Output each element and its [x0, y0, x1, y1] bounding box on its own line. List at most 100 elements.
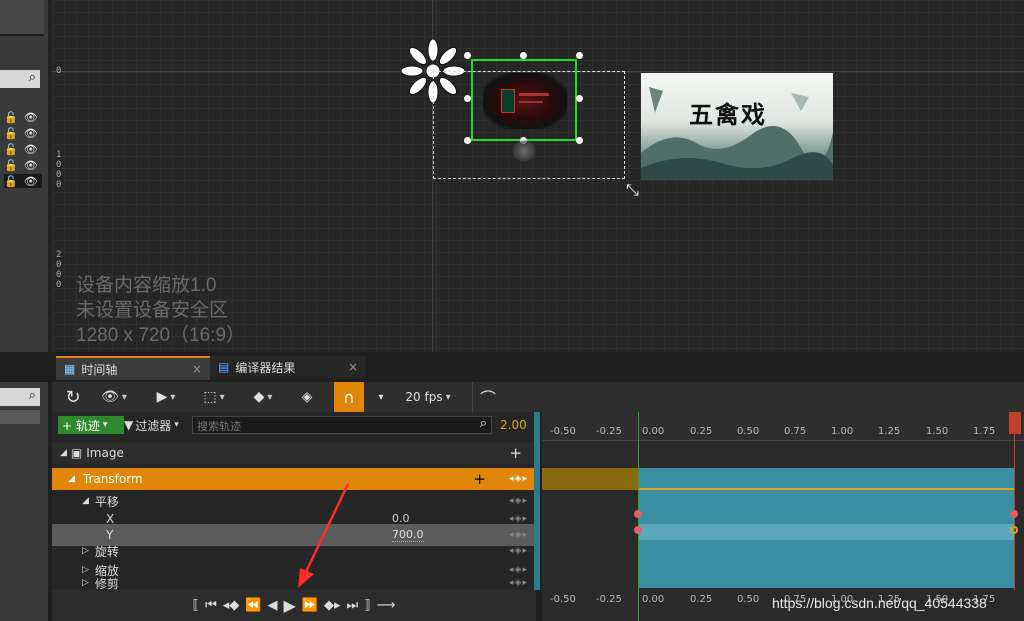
lock-icon[interactable]: 🔓: [4, 159, 18, 172]
timeline-area[interactable]: -0.50 -0.25 0.00 0.25 0.50 0.75 1.00 1.2…: [542, 412, 1024, 590]
keyframe-nav[interactable]: ◂◈▸: [509, 565, 528, 575]
hierarchy-panel: ⌕ 🔓 👁 🔓 👁 🔓 👁 🔓 👁 🔓 👁: [0, 0, 48, 352]
keyframe-nav[interactable]: ◂◈▸: [509, 474, 528, 484]
timeline-icon: ▦: [64, 362, 76, 376]
lock-icon[interactable]: 🔓: [4, 143, 18, 156]
hierarchy-search-input[interactable]: ⌕: [0, 70, 40, 88]
keyframe-nav[interactable]: ◂◈▸: [509, 514, 528, 524]
end-marker-handle[interactable]: [1009, 412, 1021, 434]
keyframe-nav[interactable]: ◂◈▸: [509, 546, 528, 556]
eye-icon[interactable]: 👁: [24, 175, 38, 188]
key-diamond-icon: ◆: [253, 389, 265, 405]
tab-compiler-results[interactable]: ▤ 编译器结果 ×: [210, 356, 366, 378]
hierarchy-row[interactable]: 🔓 👁: [4, 142, 42, 156]
magnet-snap-button[interactable]: ∩: [334, 382, 364, 412]
resolution-text: 1280 x 720（16:9）: [76, 325, 246, 346]
prev-frame-icon[interactable]: ◂◆: [223, 598, 240, 613]
resize-handle[interactable]: [576, 52, 583, 59]
ink-blot-image: [512, 140, 536, 162]
lock-icon[interactable]: 🔓: [4, 175, 18, 188]
next-key-icon[interactable]: ⏭: [347, 598, 359, 613]
lock-icon[interactable]: 🔓: [4, 127, 18, 140]
keyframe[interactable]: [634, 526, 642, 534]
end-marker-line[interactable]: [1014, 412, 1015, 590]
watermark-text: https://blog.csdn.net/qq_40544338: [772, 595, 987, 611]
time-ruler[interactable]: -0.50 -0.25 0.00 0.25 0.50 0.75 1.00 1.2…: [542, 412, 1024, 441]
keyframe-selected[interactable]: [1010, 526, 1018, 534]
play-icon[interactable]: ▶: [284, 596, 296, 615]
banner-image[interactable]: 五禽戏: [641, 73, 833, 180]
add-icon[interactable]: +: [509, 444, 522, 462]
keyframe[interactable]: [634, 510, 642, 518]
keyframe-nav[interactable]: ◂◈▸: [509, 496, 528, 506]
keyframe-nav[interactable]: ◂◈▸: [509, 530, 528, 540]
tab-label: 编译器结果: [235, 360, 296, 375]
selection-button[interactable]: ⬚: [196, 382, 232, 412]
hierarchy-row-selected[interactable]: 🔓 👁: [4, 174, 42, 188]
track-search-input[interactable]: 搜索轨迹 ⌕: [192, 416, 492, 434]
hierarchy-header: [0, 0, 44, 36]
duration-value[interactable]: 2.00: [500, 418, 527, 432]
refresh-icon[interactable]: ↻: [60, 382, 86, 412]
ruler-label: 0: [56, 66, 62, 76]
magnet-icon: ∩: [343, 387, 355, 407]
next-frame-icon[interactable]: ◆▸: [324, 598, 341, 613]
close-icon[interactable]: ×: [192, 362, 202, 376]
search-icon[interactable]: ⌕: [29, 388, 36, 403]
track-row-image[interactable]: ◢ ▣ Image +: [52, 442, 536, 464]
prev-key-icon[interactable]: ⏮: [205, 598, 217, 613]
annotation-arrow: [298, 483, 350, 588]
step-back-icon[interactable]: ⏪: [245, 598, 261, 613]
eye-icon[interactable]: 👁: [24, 111, 38, 124]
eye-icon[interactable]: 👁: [24, 143, 38, 156]
filter-button[interactable]: ▼ 过滤器 ▾: [124, 416, 188, 434]
resize-icon[interactable]: ⤡: [626, 180, 639, 200]
view-options-button[interactable]: 👁: [96, 382, 132, 412]
loop-icon[interactable]: ⟶: [377, 598, 396, 613]
to-end-icon[interactable]: ⟧: [364, 598, 370, 613]
key-button[interactable]: ◆: [244, 382, 282, 412]
marquee-icon: ⬚: [203, 389, 217, 405]
play-reverse-icon[interactable]: ◀: [268, 598, 278, 613]
resize-handle[interactable]: [520, 52, 527, 59]
search-icon[interactable]: ⌕: [480, 416, 487, 431]
track-scrollbar[interactable]: [534, 412, 540, 590]
hierarchy-row[interactable]: 🔓 👁: [4, 126, 42, 140]
resize-handle[interactable]: [576, 95, 583, 102]
filter-icon: ▼: [124, 418, 134, 432]
resize-handle[interactable]: [464, 52, 471, 59]
add-track-button[interactable]: + 轨迹 ▾: [58, 416, 124, 434]
search-icon[interactable]: ⌕: [29, 70, 36, 85]
tag-icon[interactable]: ◈: [292, 382, 322, 412]
snap-dropdown[interactable]: ▾: [370, 382, 392, 412]
playback-controls: ⟦ ⏮ ◂◆ ⏪ ◀ ▶ ⏩ ◆▸ ⏭ ⟧ ⟶: [52, 590, 536, 621]
ink-image: [483, 73, 567, 129]
eye-icon[interactable]: 👁: [24, 159, 38, 172]
hierarchy-row[interactable]: 🔓 👁: [4, 110, 42, 124]
play-options-button[interactable]: ▶: [148, 382, 184, 412]
hierarchy-row[interactable]: 🔓 👁: [4, 158, 42, 172]
close-icon[interactable]: ×: [348, 360, 358, 374]
resize-handle[interactable]: [464, 137, 471, 144]
animation-list-item[interactable]: [0, 410, 40, 424]
curve-editor-icon[interactable]: ⌒: [472, 382, 503, 412]
resize-handle[interactable]: [576, 137, 583, 144]
banner-title: 五禽戏: [689, 100, 767, 129]
eye-icon[interactable]: 👁: [24, 127, 38, 140]
lock-icon[interactable]: 🔓: [4, 111, 18, 124]
resize-handle[interactable]: [464, 95, 471, 102]
fps-dropdown[interactable]: 20 fps: [402, 382, 454, 412]
bottom-time-ruler[interactable]: -0.50 -0.25 0.00 0.25 0.50 0.75 1.00 1.2…: [542, 590, 1024, 621]
animation-search-input[interactable]: ⌕: [0, 388, 40, 406]
keyframe[interactable]: [1010, 510, 1018, 518]
animation-panel: ⌕ ▦ 时间轴 × ▤ 编译器结果 × ↻ 👁 ▶ ⬚ ◆ ◈ ∩ ▾ 20 f…: [0, 352, 1024, 621]
step-forward-icon[interactable]: ⏩: [302, 598, 318, 613]
keyframe-nav[interactable]: ◂◈▸: [509, 578, 528, 588]
playhead-line[interactable]: [638, 412, 639, 590]
tab-timeline[interactable]: ▦ 时间轴 ×: [56, 356, 210, 380]
designer-viewport[interactable]: 0 1000 2000 ⤡ 五禽戏 设备内容缩放1.0 未设置设备安全区 128…: [52, 0, 1024, 352]
selected-image-widget[interactable]: [471, 59, 577, 141]
add-icon[interactable]: +: [473, 470, 486, 488]
to-start-icon[interactable]: ⟦: [193, 598, 199, 613]
ruler-label-1000: 1000: [56, 150, 62, 190]
